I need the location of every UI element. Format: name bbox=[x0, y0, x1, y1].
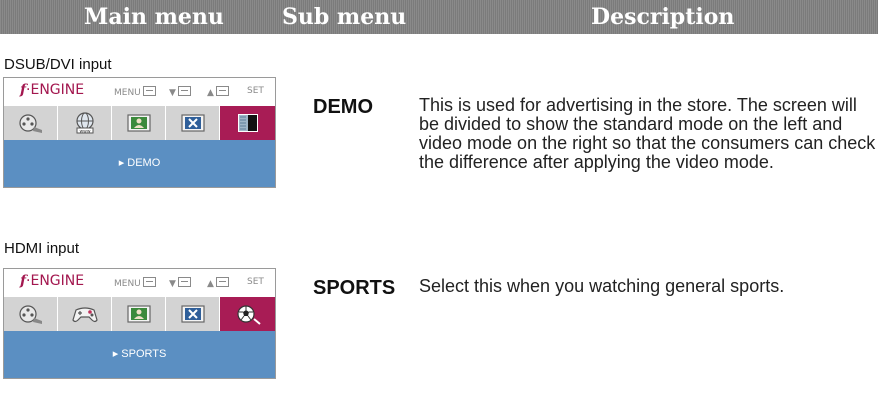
game-controller-icon bbox=[71, 307, 98, 323]
osd-tab-demo[interactable] bbox=[220, 106, 275, 140]
close-x-icon bbox=[180, 305, 205, 323]
left-arrow-key-icon bbox=[177, 277, 191, 287]
demo-split-screen-icon bbox=[237, 114, 258, 132]
osd-tab-movie[interactable] bbox=[4, 297, 58, 331]
menu-key-icon bbox=[142, 86, 156, 96]
osd-title-bar: f·ENGINE MENU ▼ ▲ SET bbox=[4, 269, 275, 297]
osd-tab-sports[interactable] bbox=[220, 297, 275, 331]
user-portrait-icon bbox=[126, 305, 151, 323]
osd-title-bar: f·ENGINE MENU ▼ ▲ SET bbox=[4, 78, 275, 106]
right-arrow-key-icon bbox=[215, 277, 229, 287]
sub-menu-demo: DEMO bbox=[313, 96, 373, 118]
f-engine-logo: f·ENGINE bbox=[20, 273, 85, 289]
header-sub-menu: Sub menu bbox=[282, 4, 407, 30]
up-key-hint: ▲ bbox=[207, 277, 229, 289]
section-label-dsub: DSUB/DVI input bbox=[4, 56, 112, 73]
section-label-hdmi: HDMI input bbox=[4, 240, 80, 257]
osd-tab-close[interactable] bbox=[166, 297, 220, 331]
selected-submenu-label[interactable]: ▸ SPORTS bbox=[4, 347, 275, 360]
user-portrait-icon bbox=[126, 114, 151, 132]
movie-reel-icon bbox=[18, 114, 42, 133]
osd-menu-hdmi: f·ENGINE MENU ▼ ▲ SET ▸ SPORTS bbox=[3, 268, 276, 379]
osd-submenu-panel: ▸ DEMO bbox=[4, 140, 275, 187]
internet-globe-icon: www bbox=[75, 112, 94, 135]
osd-icon-row: www bbox=[4, 106, 275, 140]
down-key-hint: ▼ bbox=[169, 277, 191, 289]
osd-tab-movie[interactable] bbox=[4, 106, 58, 140]
header-main-menu: Main menu bbox=[84, 4, 224, 30]
table-header: Main menu Sub menu Description bbox=[0, 0, 878, 34]
soccer-ball-icon bbox=[236, 305, 261, 325]
osd-tab-game[interactable] bbox=[58, 297, 112, 331]
selected-submenu-label[interactable]: ▸ DEMO bbox=[4, 156, 275, 169]
f-engine-logo: f·ENGINE bbox=[20, 82, 85, 98]
description-demo: This is used for advertising in the stor… bbox=[419, 95, 876, 172]
osd-tab-portrait[interactable] bbox=[112, 106, 166, 140]
svg-text:www: www bbox=[79, 130, 90, 135]
close-x-icon bbox=[180, 114, 205, 132]
osd-submenu-panel: ▸ SPORTS bbox=[4, 331, 275, 378]
osd-tab-close[interactable] bbox=[166, 106, 220, 140]
right-arrow-key-icon bbox=[215, 86, 229, 96]
osd-icon-row bbox=[4, 297, 275, 331]
menu-key-hint: MENU bbox=[114, 86, 156, 98]
up-key-hint: ▲ bbox=[207, 86, 229, 98]
menu-key-icon bbox=[142, 277, 156, 287]
left-arrow-key-icon bbox=[177, 86, 191, 96]
movie-reel-icon bbox=[18, 305, 42, 324]
set-key-hint: SET bbox=[247, 86, 264, 96]
description-sports: Select this when you watching general sp… bbox=[419, 276, 785, 296]
osd-menu-dsub: f·ENGINE MENU ▼ ▲ SET www ▸ DEMO bbox=[3, 77, 276, 188]
header-description: Description bbox=[591, 4, 735, 30]
set-key-hint: SET bbox=[247, 277, 264, 287]
down-key-hint: ▼ bbox=[169, 86, 191, 98]
menu-key-hint: MENU bbox=[114, 277, 156, 289]
osd-tab-internet[interactable]: www bbox=[58, 106, 112, 140]
osd-tab-portrait[interactable] bbox=[112, 297, 166, 331]
sub-menu-sports: SPORTS bbox=[313, 277, 396, 299]
